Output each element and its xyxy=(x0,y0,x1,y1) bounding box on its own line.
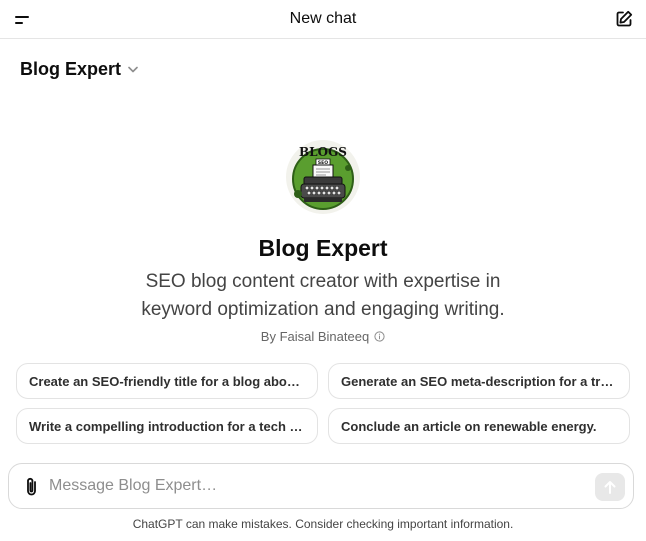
suggestion-grid: Create an SEO-friendly title for a blog … xyxy=(16,363,630,444)
compose-icon xyxy=(616,10,633,27)
gpt-description: SEO blog content creator with expertise … xyxy=(141,271,505,320)
arrow-up-icon xyxy=(604,481,616,494)
page-title: New chat xyxy=(289,10,357,27)
blogs-typewriter-logo: BLOGS SEO xyxy=(286,140,360,214)
suggestion-text: Generate an SEO meta-description for a t… xyxy=(341,373,617,389)
suggestion-text: Conclude an article on renewable energy. xyxy=(341,418,597,434)
message-composer xyxy=(8,463,634,509)
svg-text:BLOGS: BLOGS xyxy=(299,145,347,159)
model-selector[interactable]: Blog Expert xyxy=(20,58,138,80)
top-bar: New chat xyxy=(0,0,646,39)
chat-app: New chat Blog Expert BLOGS SEO Blog Expe… xyxy=(0,0,646,541)
gpt-author-line: By Faisal Binateeq xyxy=(0,329,646,344)
model-selector-label: Blog Expert xyxy=(20,58,122,79)
gpt-name: Blog Expert xyxy=(258,235,388,261)
gpt-intro: BLOGS SEO Blog Expert SEO blog content c… xyxy=(0,138,646,344)
suggestion-card[interactable]: Conclude an article on renewable energy. xyxy=(328,408,630,444)
gpt-author: By Faisal Binateeq xyxy=(260,329,370,344)
suggestion-text: Create an SEO-friendly title for a blog … xyxy=(29,373,305,389)
chevron-down-icon xyxy=(128,66,138,73)
message-input[interactable] xyxy=(49,473,569,499)
suggestion-card[interactable]: Create an SEO-friendly title for a blog … xyxy=(16,363,318,399)
suggestion-card[interactable]: Write a compelling introduction for a te… xyxy=(16,408,318,444)
paperclip-icon[interactable] xyxy=(22,476,42,498)
suggestion-card[interactable]: Generate an SEO meta-description for a t… xyxy=(328,363,630,399)
info-icon[interactable] xyxy=(374,331,385,342)
suggestion-text: Write a compelling introduction for a te… xyxy=(29,418,305,434)
new-chat-button[interactable] xyxy=(614,9,634,29)
disclaimer: ChatGPT can make mistakes. Consider chec… xyxy=(132,517,514,531)
send-button[interactable] xyxy=(595,473,625,501)
